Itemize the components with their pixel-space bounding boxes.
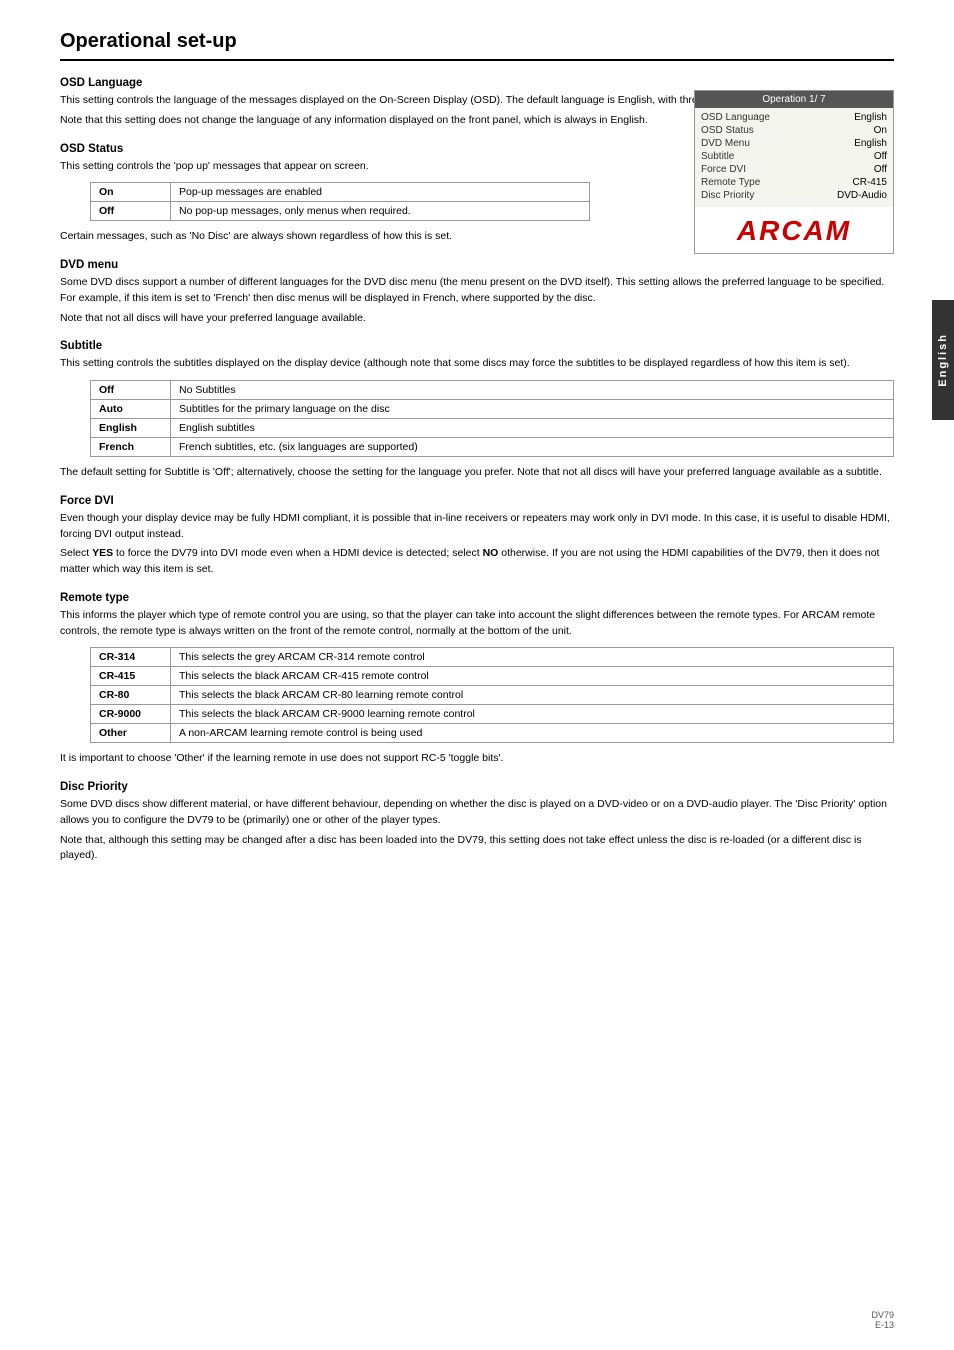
dvd-menu-p2: Note that not all discs will have your p… <box>60 311 894 327</box>
info-box-row: OSD Language English <box>701 112 887 123</box>
subtitle-off-value: No Subtitles <box>171 381 894 400</box>
info-force-dvi-value: Off <box>874 164 887 175</box>
subtitle-table: Off No Subtitles Auto Subtitles for the … <box>90 380 894 457</box>
info-osd-status-label: OSD Status <box>701 125 754 136</box>
side-tab: English <box>932 300 954 420</box>
remote-other-label: Other <box>91 724 171 743</box>
info-remote-type-label: Remote Type <box>701 177 760 188</box>
osd-off-label: Off <box>91 202 171 221</box>
page-title: Operational set-up <box>60 30 894 61</box>
remote-type-after: It is important to choose 'Other' if the… <box>60 751 894 767</box>
section-title-osd-language: OSD Language <box>60 77 894 89</box>
table-row: English English subtitles <box>91 419 894 438</box>
info-box: Operation 1/ 7 OSD Language English OSD … <box>694 90 894 254</box>
section-title-force-dvi: Force DVI <box>60 495 894 507</box>
table-row: CR-415 This selects the black ARCAM CR-4… <box>91 667 894 686</box>
force-dvi-p1: Even though your display device may be f… <box>60 511 894 543</box>
subtitle-french-value: French subtitles, etc. (six languages ar… <box>171 438 894 457</box>
section-dvd-menu: DVD menu Some DVD discs support a number… <box>60 259 894 326</box>
subtitle-english-value: English subtitles <box>171 419 894 438</box>
info-box-row: Subtitle Off <box>701 151 887 162</box>
info-remote-type-value: CR-415 <box>853 177 887 188</box>
info-osd-language-label: OSD Language <box>701 112 770 123</box>
table-row: Auto Subtitles for the primary language … <box>91 400 894 419</box>
page: Operational set-up Operation 1/ 7 OSD La… <box>0 0 954 1350</box>
info-box-body: OSD Language English OSD Status On DVD M… <box>695 108 893 207</box>
info-osd-language-value: English <box>854 112 887 123</box>
osd-on-value: Pop-up messages are enabled <box>171 183 590 202</box>
section-title-dvd-menu: DVD menu <box>60 259 894 271</box>
disc-priority-p1: Some DVD discs show different material, … <box>60 797 894 829</box>
table-row: On Pop-up messages are enabled <box>91 183 590 202</box>
section-disc-priority: Disc Priority Some DVD discs show differ… <box>60 781 894 864</box>
subtitle-auto-label: Auto <box>91 400 171 419</box>
subtitle-auto-value: Subtitles for the primary language on th… <box>171 400 894 419</box>
info-dvd-menu-label: DVD Menu <box>701 138 750 149</box>
subtitle-after: The default setting for Subtitle is 'Off… <box>60 465 894 481</box>
info-box-row: OSD Status On <box>701 125 887 136</box>
subtitle-french-label: French <box>91 438 171 457</box>
section-remote-type: Remote type This informs the player whic… <box>60 592 894 767</box>
subtitle-off-label: Off <box>91 381 171 400</box>
remote-cr80-value: This selects the black ARCAM CR-80 learn… <box>171 686 894 705</box>
disc-priority-p2: Note that, although this setting may be … <box>60 833 894 865</box>
side-tab-text: English <box>937 333 949 387</box>
table-row: French French subtitles, etc. (six langu… <box>91 438 894 457</box>
subtitle-p1: This setting controls the subtitles disp… <box>60 356 894 372</box>
table-row: Other A non-ARCAM learning remote contro… <box>91 724 894 743</box>
remote-cr9000-value: This selects the black ARCAM CR-9000 lea… <box>171 705 894 724</box>
info-force-dvi-label: Force DVI <box>701 164 746 175</box>
remote-other-value: A non-ARCAM learning remote control is b… <box>171 724 894 743</box>
remote-cr415-value: This selects the black ARCAM CR-415 remo… <box>171 667 894 686</box>
dvd-menu-p1: Some DVD discs support a number of diffe… <box>60 275 894 307</box>
remote-cr314-value: This selects the grey ARCAM CR-314 remot… <box>171 648 894 667</box>
section-title-remote-type: Remote type <box>60 592 894 604</box>
info-box-row: Force DVI Off <box>701 164 887 175</box>
arcam-logo: ARCAM <box>695 207 893 253</box>
osd-status-table: On Pop-up messages are enabled Off No po… <box>90 182 590 221</box>
osd-off-value: No pop-up messages, only menus when requ… <box>171 202 590 221</box>
remote-cr9000-label: CR-9000 <box>91 705 171 724</box>
force-dvi-p2: Select YES to force the DV79 into DVI mo… <box>60 546 894 578</box>
info-box-row: Remote Type CR-415 <box>701 177 887 188</box>
remote-type-table: CR-314 This selects the grey ARCAM CR-31… <box>90 647 894 743</box>
section-title-subtitle: Subtitle <box>60 340 894 352</box>
info-box-header: Operation 1/ 7 <box>695 91 893 108</box>
remote-type-p1: This informs the player which type of re… <box>60 608 894 640</box>
table-row: Off No Subtitles <box>91 381 894 400</box>
section-force-dvi: Force DVI Even though your display devic… <box>60 495 894 578</box>
subtitle-english-label: English <box>91 419 171 438</box>
remote-cr415-label: CR-415 <box>91 667 171 686</box>
table-row: CR-80 This selects the black ARCAM CR-80… <box>91 686 894 705</box>
info-disc-priority-label: Disc Priority <box>701 190 754 201</box>
info-subtitle-value: Off <box>874 151 887 162</box>
remote-cr80-label: CR-80 <box>91 686 171 705</box>
table-row: CR-314 This selects the grey ARCAM CR-31… <box>91 648 894 667</box>
info-osd-status-value: On <box>874 125 887 136</box>
table-row: Off No pop-up messages, only menus when … <box>91 202 590 221</box>
footer-model: DV79 <box>871 1310 894 1320</box>
section-subtitle: Subtitle This setting controls the subti… <box>60 340 894 481</box>
footer-page: E-13 <box>871 1320 894 1330</box>
info-disc-priority-value: DVD-Audio <box>837 190 887 201</box>
page-footer: DV79 E-13 <box>871 1310 894 1330</box>
info-subtitle-label: Subtitle <box>701 151 734 162</box>
remote-cr314-label: CR-314 <box>91 648 171 667</box>
table-row: CR-9000 This selects the black ARCAM CR-… <box>91 705 894 724</box>
osd-on-label: On <box>91 183 171 202</box>
info-box-row: Disc Priority DVD-Audio <box>701 190 887 201</box>
section-title-disc-priority: Disc Priority <box>60 781 894 793</box>
info-dvd-menu-value: English <box>854 138 887 149</box>
info-box-row: DVD Menu English <box>701 138 887 149</box>
